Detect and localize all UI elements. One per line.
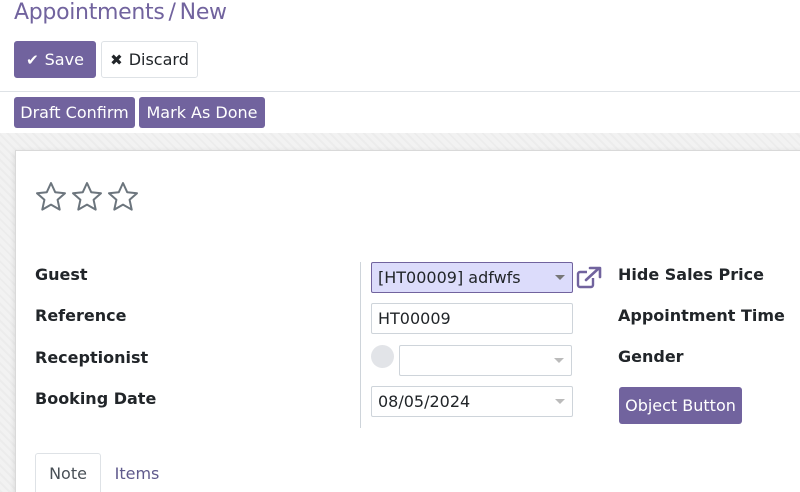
star-icon[interactable]	[35, 181, 67, 213]
tab-items[interactable]: Items	[108, 453, 166, 492]
mark-as-done-button[interactable]: Mark As Done	[139, 97, 265, 128]
booking-date-value: 08/05/2024	[378, 392, 471, 411]
discard-button[interactable]: ✖ Discard	[101, 41, 198, 78]
receptionist-label: Receptionist	[35, 348, 149, 367]
star-icon[interactable]	[107, 181, 139, 213]
gender-label: Gender	[618, 347, 684, 366]
breadcrumb-current: New	[179, 0, 227, 25]
check-icon: ✔	[26, 50, 39, 69]
guest-label: Guest	[35, 265, 88, 284]
object-button[interactable]: Object Button	[619, 387, 742, 424]
field-separator	[360, 262, 361, 428]
breadcrumb-separator: /	[168, 0, 176, 25]
guest-select[interactable]: [HT00009] adfwfs	[371, 262, 573, 293]
external-link-icon[interactable]	[576, 266, 602, 290]
close-icon: ✖	[110, 50, 123, 69]
chevron-down-icon	[555, 399, 565, 404]
reference-value: HT00009	[378, 309, 451, 328]
avatar	[371, 345, 394, 368]
save-button[interactable]: ✔ Save	[14, 41, 96, 78]
draft-confirm-button[interactable]: Draft Confirm	[14, 97, 135, 128]
hide-sales-price-label: Hide Sales Price	[618, 265, 764, 284]
reference-input[interactable]: HT00009	[371, 303, 573, 334]
discard-button-label: Discard	[128, 50, 189, 69]
breadcrumb: Appointments / New	[14, 0, 227, 25]
appointment-time-label: Appointment Time	[618, 306, 785, 325]
chevron-down-icon	[555, 275, 565, 280]
reference-label: Reference	[35, 306, 127, 325]
save-button-label: Save	[44, 50, 84, 69]
guest-value: [HT00009] adfwfs	[378, 268, 521, 287]
chevron-down-icon	[554, 358, 564, 363]
star-icon[interactable]	[71, 181, 103, 213]
tab-note[interactable]: Note	[35, 453, 101, 492]
breadcrumb-parent-link[interactable]: Appointments	[14, 0, 165, 25]
priority-widget	[35, 181, 139, 213]
receptionist-select[interactable]	[399, 345, 572, 376]
booking-date-input[interactable]: 08/05/2024	[371, 386, 573, 417]
booking-date-label: Booking Date	[35, 389, 157, 408]
